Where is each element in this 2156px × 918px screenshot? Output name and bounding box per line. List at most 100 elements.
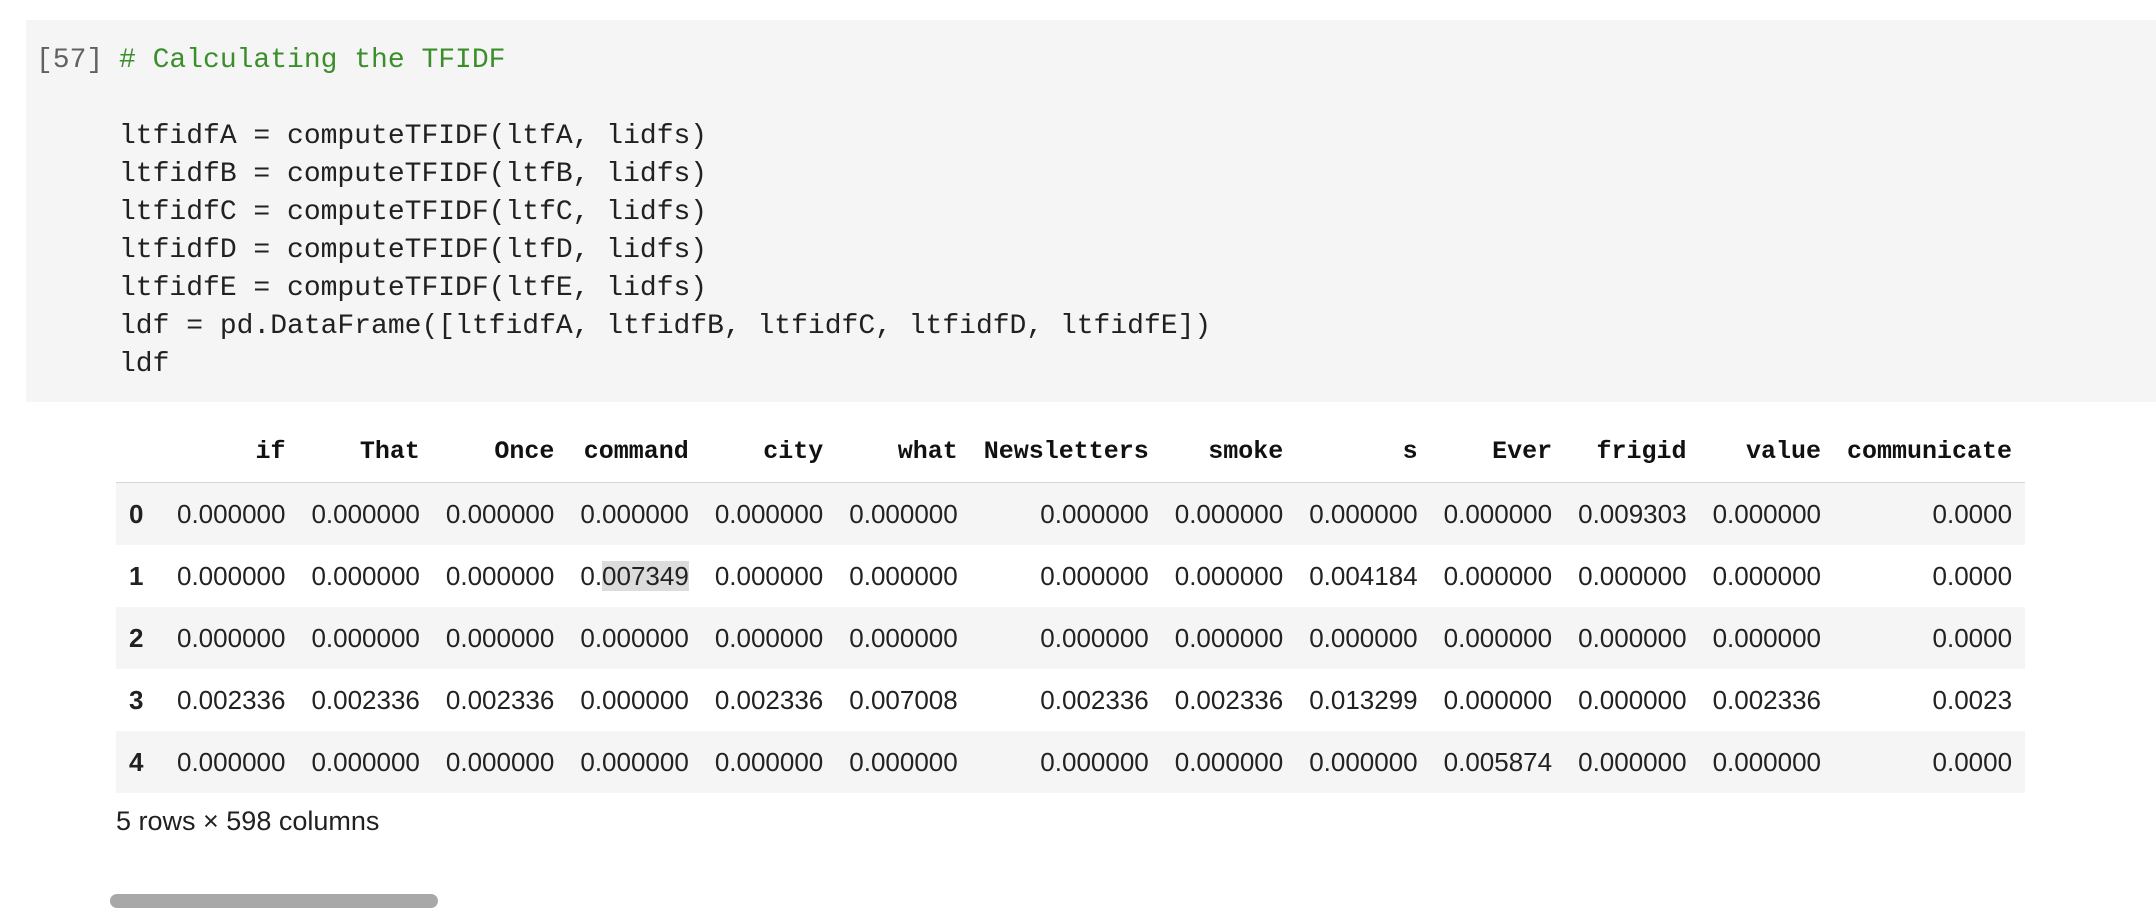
table-cell: 0.000000 xyxy=(1040,746,1149,777)
table-cell: 0.002336 xyxy=(1174,684,1284,715)
row-index: 1 xyxy=(129,560,144,591)
table-cell: 0.000000 xyxy=(1174,560,1284,591)
table-row: 3 0.002336 0.002336 0.002336 0.000000 0.00233… xyxy=(116,669,2025,731)
table-cell: 0.000000 xyxy=(1578,684,1687,715)
table-cell: 0.002336 xyxy=(1712,684,1822,715)
horizontal-scrollbar-thumb[interactable] xyxy=(110,894,438,908)
table-cell: 0.013299 xyxy=(1309,684,1418,715)
table-cell: 0.000000 xyxy=(1712,498,1822,529)
table-cell: 0.000000 xyxy=(311,622,420,653)
table-cell: 0.000000 xyxy=(1309,746,1418,777)
table-cell: 0.002336 xyxy=(714,684,824,715)
table-cell: 0.000000 xyxy=(580,498,689,529)
table-row: 1 0.000000 0.000000 0.000000 0.007349 0.00000… xyxy=(116,545,2025,607)
table-cell: 0.0000 xyxy=(1932,622,2013,653)
column-header: Ever xyxy=(1430,420,1566,483)
table-cell: 0.002336 xyxy=(311,684,420,715)
code-line: ltfidfE = computeTFIDF(ltfE, lidfs) xyxy=(119,273,708,304)
table-cell: 0.000000 xyxy=(445,746,555,777)
code-line: ltfidfD = computeTFIDF(ltfD, lidfs) xyxy=(119,235,708,266)
table-cell: 0.0023 xyxy=(1932,684,2013,715)
table-cell: 0.000000 xyxy=(1309,498,1418,529)
table-cell: 0.0000 xyxy=(1932,560,2013,591)
row-index: 2 xyxy=(129,622,144,653)
table-cell: 0.000000 xyxy=(177,560,286,591)
table-cell: 0.005874 xyxy=(1443,746,1553,777)
selected-table-cell: 0.007349 xyxy=(567,545,701,607)
column-header: That xyxy=(298,420,433,483)
table-cell: 0.000000 xyxy=(445,560,555,591)
code-cell[interactable]: [57] # Calculating the TFIDF ltfidfA = co… xyxy=(26,20,2156,402)
table-cell: 0.000000 xyxy=(714,498,824,529)
table-cell: 0.007008 xyxy=(849,684,958,715)
row-index: 4 xyxy=(129,746,144,777)
code-line: ldf xyxy=(119,349,170,380)
table-cell: 0.004184 xyxy=(1309,560,1418,591)
code-line: ldf = pd.DataFrame([ltfidfA, ltfidfB, lt… xyxy=(119,311,1212,342)
table-cell: 0.000000 xyxy=(1712,746,1822,777)
table-cell: 0.000000 xyxy=(177,622,286,653)
dataframe-body: 0 0.000000 0.000000 0.000000 0.000000 0.00000… xyxy=(116,482,2026,793)
table-cell: 0.000000 xyxy=(714,746,824,777)
table-cell: 0.000000 xyxy=(1712,622,1822,653)
table-cell: 0.000000 xyxy=(1578,622,1687,653)
text-selection: 007349 xyxy=(602,560,689,591)
dataframe-shape: 5 rows × 598 columns xyxy=(116,806,380,836)
code-line: ltfidfA = computeTFIDF(ltfA, lidfs) xyxy=(119,121,708,152)
table-cell: 0.000000 xyxy=(849,560,958,591)
table-cell: 0.000000 xyxy=(580,622,689,653)
table-cell: 0.000000 xyxy=(1174,746,1284,777)
cell-value-prefix: 0. xyxy=(580,560,603,591)
table-cell: 0.000000 xyxy=(580,684,689,715)
column-header: city xyxy=(701,420,837,483)
column-header: if xyxy=(164,420,299,483)
column-header: frigid xyxy=(1565,420,1700,483)
table-cell: 0.0000 xyxy=(1932,746,2013,777)
table-cell: 0.000000 xyxy=(177,746,286,777)
column-header: Newsletters xyxy=(970,420,1162,483)
table-cell: 0.000000 xyxy=(714,560,824,591)
table-cell: 0.000000 xyxy=(1443,684,1553,715)
column-header: smoke xyxy=(1161,420,1297,483)
table-cell: 0.000000 xyxy=(311,498,420,529)
table-cell: 0.000000 xyxy=(1443,622,1553,653)
code-comment-line: # Calculating the TFIDF xyxy=(119,45,506,76)
table-cell: 0.000000 xyxy=(1174,622,1284,653)
table-cell: 0.000000 xyxy=(445,622,555,653)
table-cell: 0.000000 xyxy=(1443,560,1553,591)
table-cell: 0.000000 xyxy=(1040,498,1149,529)
table-row: 2 0.000000 0.000000 0.000000 0.000000 0.00000… xyxy=(116,607,2026,669)
table-cell: 0.000000 xyxy=(580,746,689,777)
code-editor[interactable]: # Calculating the TFIDF ltfidfA = compute… xyxy=(119,42,1211,384)
table-cell: 0.002336 xyxy=(1040,684,1149,715)
code-line: ltfidfB = computeTFIDF(ltfB, lidfs) xyxy=(119,159,708,190)
table-cell: 0.000000 xyxy=(1040,560,1149,591)
table-cell: 0.000000 xyxy=(311,560,420,591)
table-cell: 0.002336 xyxy=(445,684,555,715)
table-cell: 0.000000 xyxy=(1309,622,1418,653)
cell-output: if That Once command city what Newsletters smok… xyxy=(116,420,2156,800)
table-cell: 0.000000 xyxy=(714,622,824,653)
index-header xyxy=(116,420,164,483)
table-cell: 0.009303 xyxy=(1578,498,1687,529)
table-cell: 0.000000 xyxy=(1578,746,1687,777)
table-cell: 0.000000 xyxy=(177,498,286,529)
table-cell: 0.000000 xyxy=(849,498,958,529)
table-cell: 0.0000 xyxy=(1932,498,2013,529)
table-cell: 0.000000 xyxy=(1443,498,1553,529)
row-index: 0 xyxy=(129,498,144,529)
dataframe-table: if That Once command city what Newsletters smok… xyxy=(116,420,2026,793)
table-cell: 0.000000 xyxy=(849,622,958,653)
column-header: s xyxy=(1296,420,1431,483)
row-index: 3 xyxy=(129,684,144,715)
table-cell: 0.000000 xyxy=(311,746,420,777)
table-cell: 0.000000 xyxy=(1712,560,1822,591)
column-header: what xyxy=(836,420,971,483)
column-header: communicate xyxy=(1834,420,2026,483)
table-row: 4 0.000000 0.000000 0.000000 0.000000 0.00000… xyxy=(116,731,2026,793)
table-cell: 0.000000 xyxy=(1174,498,1284,529)
table-cell: 0.000000 xyxy=(849,746,958,777)
dataframe-header-row: if That Once command city what Newsletters smok… xyxy=(116,420,2026,483)
column-header: command xyxy=(567,420,702,483)
